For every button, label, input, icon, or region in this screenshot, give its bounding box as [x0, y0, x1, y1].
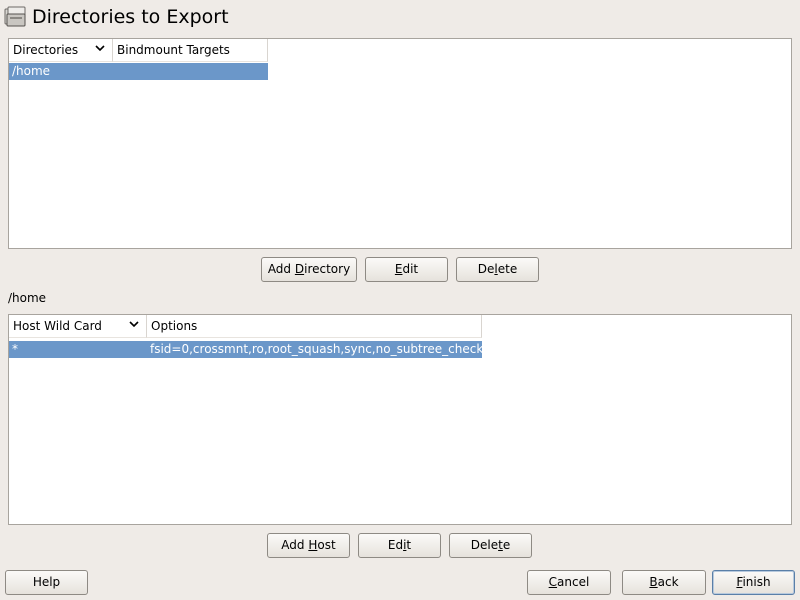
chevron-down-icon — [95, 45, 105, 52]
cell-options: fsid=0,crossmnt,ro,root_squash,sync,no_s… — [150, 342, 482, 356]
column-header-options[interactable]: Options — [147, 315, 482, 338]
directories-table-header: Directories Bindmount Targets — [9, 39, 268, 62]
hosts-table[interactable]: Host Wild Card Options * fsid=0,crossmnt… — [8, 314, 792, 525]
hosts-table-header: Host Wild Card Options — [9, 315, 482, 338]
page-title: Directories to Export — [32, 6, 229, 28]
delete-host-button[interactable]: Delete — [449, 533, 532, 558]
cell-host: * — [12, 342, 18, 356]
column-header-directories[interactable]: Directories — [9, 39, 113, 62]
column-header-label: Bindmount Targets — [117, 43, 230, 57]
folder-share-icon — [4, 6, 26, 27]
column-header-label: Directories — [13, 43, 79, 57]
column-header-label: Host Wild Card — [13, 319, 102, 333]
cell-directory: /home — [12, 64, 51, 78]
directories-table[interactable]: Directories Bindmount Targets /home — [8, 38, 792, 249]
edit-host-button[interactable]: Edit — [358, 533, 441, 558]
table-row[interactable]: /home — [9, 63, 268, 80]
column-header-bindmount-targets[interactable]: Bindmount Targets — [113, 39, 268, 62]
back-button[interactable]: Back — [622, 570, 706, 595]
add-host-button[interactable]: Add Host — [267, 533, 350, 558]
delete-directory-button[interactable]: Delete — [456, 257, 539, 282]
selected-directory-label: /home — [8, 291, 47, 305]
cancel-button[interactable]: Cancel — [527, 570, 611, 595]
edit-directory-button[interactable]: Edit — [365, 257, 448, 282]
column-header-host-wild-card[interactable]: Host Wild Card — [9, 315, 147, 338]
help-button[interactable]: Help — [5, 570, 88, 595]
add-directory-button[interactable]: Add Directory — [261, 257, 357, 282]
cell-bindmount — [113, 63, 268, 80]
finish-button[interactable]: Finish — [712, 570, 795, 595]
column-header-label: Options — [151, 319, 198, 333]
chevron-down-icon — [129, 321, 139, 328]
table-row[interactable]: * fsid=0,crossmnt,ro,root_squash,sync,no… — [9, 341, 482, 358]
